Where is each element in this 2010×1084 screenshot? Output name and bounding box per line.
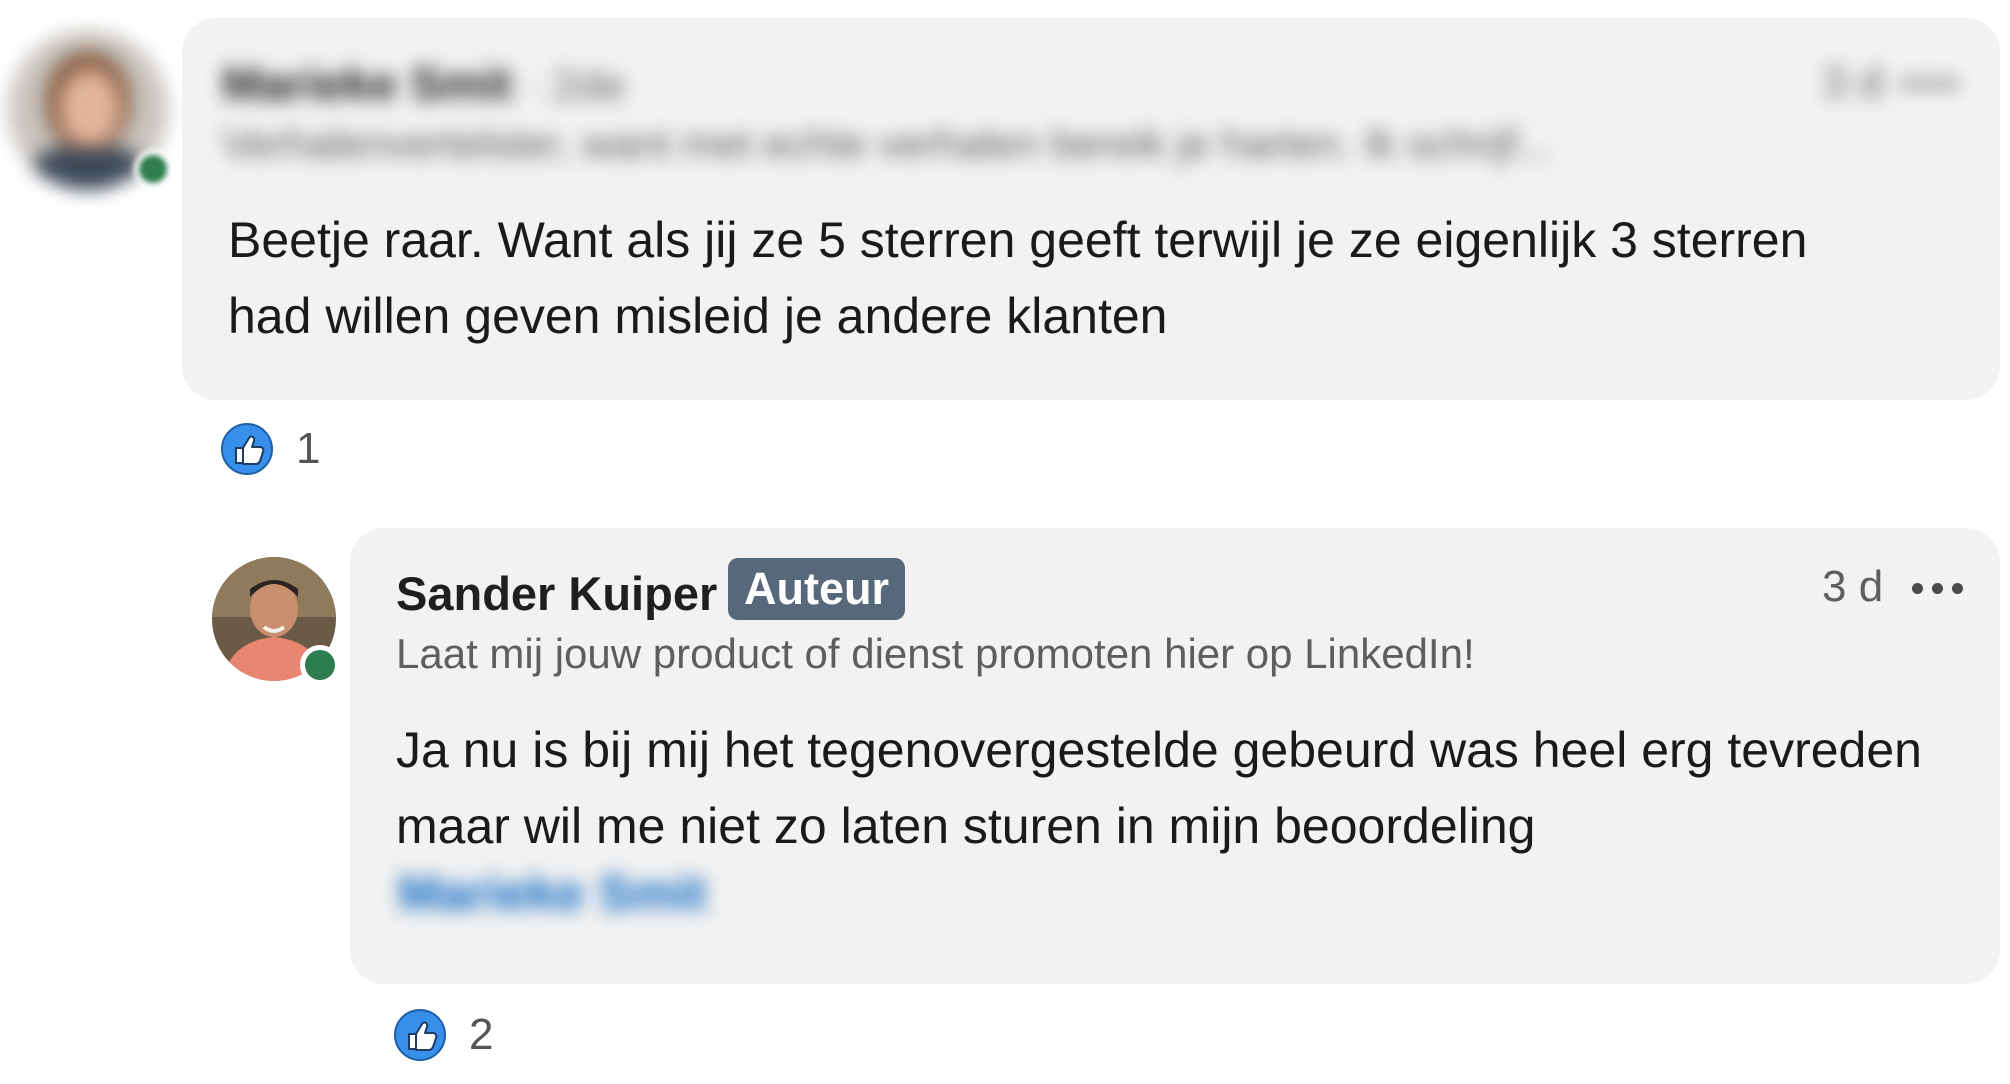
reply-author-name[interactable]: Sander Kuiper xyxy=(396,566,717,621)
comment-timestamp: 3 d xyxy=(1822,58,1884,107)
more-options-icon[interactable] xyxy=(1912,583,1963,594)
author-badge: Auteur xyxy=(728,558,905,620)
reply-author-headline: Laat mij jouw product of dienst promoten… xyxy=(396,630,1475,677)
mention-link[interactable]: Marieke Smit xyxy=(398,864,706,922)
comment-author-headline: Verhalenvertelster, want met echte verha… xyxy=(222,120,1553,167)
reaction-summary[interactable]: 1 xyxy=(220,422,320,476)
reaction-count: 1 xyxy=(296,424,321,473)
reaction-summary[interactable]: 2 xyxy=(393,1008,493,1062)
author-avatar[interactable] xyxy=(212,557,340,685)
connection-degree: · 2de xyxy=(525,61,626,110)
commenter-avatar[interactable] xyxy=(8,30,172,190)
comment-bubble: Marieke Smit · 2de Verhalenvertelster, w… xyxy=(182,18,2000,400)
online-status-icon xyxy=(300,645,340,685)
reply-timestamp: 3 d xyxy=(1822,562,1884,611)
thumbs-up-icon xyxy=(221,423,273,475)
reaction-count: 2 xyxy=(469,1010,494,1059)
comment-text: Beetje raar. Want als jij ze 5 sterren g… xyxy=(228,212,1808,344)
comment-author-name[interactable]: Marieke Smit · 2de xyxy=(222,56,625,111)
reply-text: Ja nu is bij mij het tegenovergestelde g… xyxy=(396,722,1922,854)
online-status-icon xyxy=(134,150,172,188)
more-options-icon[interactable] xyxy=(1904,78,1955,89)
thumbs-up-icon xyxy=(394,1009,446,1061)
reply-bubble: Sander Kuiper Auteur Laat mij jouw produ… xyxy=(350,528,2000,984)
